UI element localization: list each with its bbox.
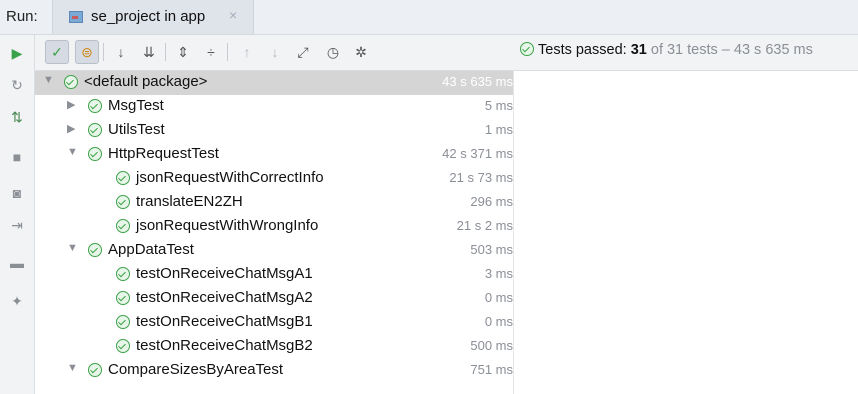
test-name: testOnReceiveChatMsgB2 xyxy=(136,337,313,354)
test-tree-row[interactable]: testOnReceiveChatMsgB1 0 ms xyxy=(35,311,513,335)
test-name: UtilsTest xyxy=(108,121,165,138)
test-tree-row[interactable]: jsonRequestWithWrongInfo 21 s 2 ms xyxy=(35,215,513,239)
test-name: AppDataTest xyxy=(108,241,194,258)
show-ignored-icon[interactable]: ⊜ xyxy=(75,40,99,64)
passed-check-icon xyxy=(88,243,102,257)
test-duration: 1 ms xyxy=(484,122,513,137)
test-tree-row[interactable]: ▼ CompareSizesByAreaTest 751 ms xyxy=(35,359,513,383)
test-name: testOnReceiveChatMsgA2 xyxy=(136,289,313,306)
passed-check-icon xyxy=(116,315,130,329)
test-duration: 5 ms xyxy=(484,98,513,113)
test-name: <default package> xyxy=(84,73,208,90)
test-tree-row[interactable]: testOnReceiveChatMsgB2 500 ms xyxy=(35,335,513,359)
test-duration: 43 s 635 ms xyxy=(442,74,513,89)
previous-icon[interactable]: ↑ xyxy=(235,40,259,64)
test-name: testOnReceiveChatMsgA1 xyxy=(136,265,313,282)
toolbar-separator xyxy=(227,43,228,61)
test-tree-row[interactable]: ▼ HttpRequestTest 42 s 371 ms xyxy=(35,143,513,167)
test-tree-row[interactable]: jsonRequestWithCorrectInfo 21 s 73 ms xyxy=(35,167,513,191)
run-config-title: se_project in app xyxy=(91,8,206,25)
test-tree-row[interactable]: testOnReceiveChatMsgA2 0 ms xyxy=(35,287,513,311)
passed-check-icon xyxy=(88,123,102,137)
test-tree-row[interactable]: ▼ AppDataTest 503 ms xyxy=(35,239,513,263)
stop-icon[interactable]: ■ xyxy=(5,145,29,169)
passed-check-icon xyxy=(88,99,102,113)
run-icon[interactable]: ▶ xyxy=(5,41,29,65)
collapsed-arrow-icon[interactable]: ▶ xyxy=(67,98,75,111)
passed-check-icon xyxy=(88,147,102,161)
left-toolbar: ▶ ↻ ⇅ ■ ◙ ⇥ ▬ ✦ xyxy=(0,35,35,394)
test-duration: 500 ms xyxy=(470,338,513,353)
toolbar-separator xyxy=(165,43,166,61)
test-duration: 0 ms xyxy=(484,314,513,329)
toolbar-separator xyxy=(103,43,104,61)
settings-icon[interactable]: ✲ xyxy=(349,40,373,64)
passed-check-icon xyxy=(116,219,130,233)
toggle-auto-test-icon[interactable]: ⇅ xyxy=(5,105,29,129)
passed-check-icon xyxy=(116,339,130,353)
status-passed-count: 31 xyxy=(630,42,647,58)
passed-check-icon xyxy=(116,171,130,185)
history-icon[interactable]: ◷ xyxy=(321,40,345,64)
camera-icon[interactable]: ◙ xyxy=(5,181,29,205)
pin-icon[interactable]: ✦ xyxy=(5,289,29,313)
test-duration: 296 ms xyxy=(470,194,513,209)
passed-check-icon xyxy=(88,363,102,377)
test-name: HttpRequestTest xyxy=(108,145,219,162)
passed-check-icon xyxy=(116,291,130,305)
next-icon[interactable]: ↓ xyxy=(263,40,287,64)
test-tree-row[interactable]: ▶ MsgTest 5 ms xyxy=(35,95,513,119)
collapsed-arrow-icon[interactable]: ▶ xyxy=(67,122,75,135)
close-tab-icon[interactable]: × xyxy=(229,7,237,23)
test-tree-row[interactable]: testOnReceiveChatMsgA1 3 ms xyxy=(35,263,513,287)
sort-duration-icon[interactable]: ⇊ xyxy=(137,40,161,64)
status-prefix: Tests passed: xyxy=(538,42,627,58)
sort-alpha-icon[interactable]: ↓ xyxy=(109,40,133,64)
run-config-icon xyxy=(69,11,83,23)
expanded-arrow-icon[interactable]: ▼ xyxy=(43,74,54,86)
test-name: translateEN2ZH xyxy=(136,193,243,210)
run-config-tab[interactable]: se_project in app × xyxy=(52,0,254,34)
test-tree-row[interactable]: ▶ UtilsTest 1 ms xyxy=(35,119,513,143)
passed-check-icon xyxy=(116,267,130,281)
test-duration: 751 ms xyxy=(470,362,513,377)
expanded-arrow-icon[interactable]: ▼ xyxy=(67,362,78,374)
layout-icon[interactable]: ▬ xyxy=(5,251,29,275)
test-name: MsgTest xyxy=(108,97,164,114)
test-results-tree: ▼ <default package> 43 s 635 ms ▶ MsgTest 5 m… xyxy=(35,71,514,394)
test-duration: 3 ms xyxy=(484,266,513,281)
test-duration: 42 s 371 ms xyxy=(442,146,513,161)
export-icon[interactable]: ⇥ xyxy=(5,213,29,237)
test-name: jsonRequestWithWrongInfo xyxy=(136,217,319,234)
expanded-arrow-icon[interactable]: ▼ xyxy=(67,146,78,158)
test-tree-row[interactable]: translateEN2ZH 296 ms xyxy=(35,191,513,215)
export-results-icon[interactable]: ⤢ xyxy=(291,40,315,64)
passed-check-icon xyxy=(116,195,130,209)
test-name: testOnReceiveChatMsgB1 xyxy=(136,313,313,330)
rerun-failed-icon[interactable]: ↻ xyxy=(5,73,29,97)
test-name: CompareSizesByAreaTest xyxy=(108,361,284,378)
test-name: jsonRequestWithCorrectInfo xyxy=(136,169,324,186)
test-tree-row[interactable]: ▼ <default package> 43 s 635 ms xyxy=(35,71,513,95)
test-duration: 503 ms xyxy=(470,242,513,257)
show-passed-icon[interactable]: ✓ xyxy=(45,40,69,64)
passed-check-icon xyxy=(64,75,78,89)
expand-all-icon[interactable]: ⇕ xyxy=(171,40,195,64)
passed-check-icon xyxy=(520,42,534,56)
test-duration: 21 s 73 ms xyxy=(449,170,513,185)
run-tool-bar: Run: se_project in app × xyxy=(0,0,858,35)
tests-status: Tests passed: 31 of 31 tests – 43 s 635 … xyxy=(520,42,813,58)
run-label: Run: xyxy=(6,8,38,25)
expanded-arrow-icon[interactable]: ▼ xyxy=(67,242,78,254)
test-duration: 21 s 2 ms xyxy=(456,218,513,233)
test-duration: 0 ms xyxy=(484,290,513,305)
collapse-all-icon[interactable]: ÷ xyxy=(199,40,223,64)
status-suffix: of 31 tests – 43 s 635 ms xyxy=(650,42,813,58)
